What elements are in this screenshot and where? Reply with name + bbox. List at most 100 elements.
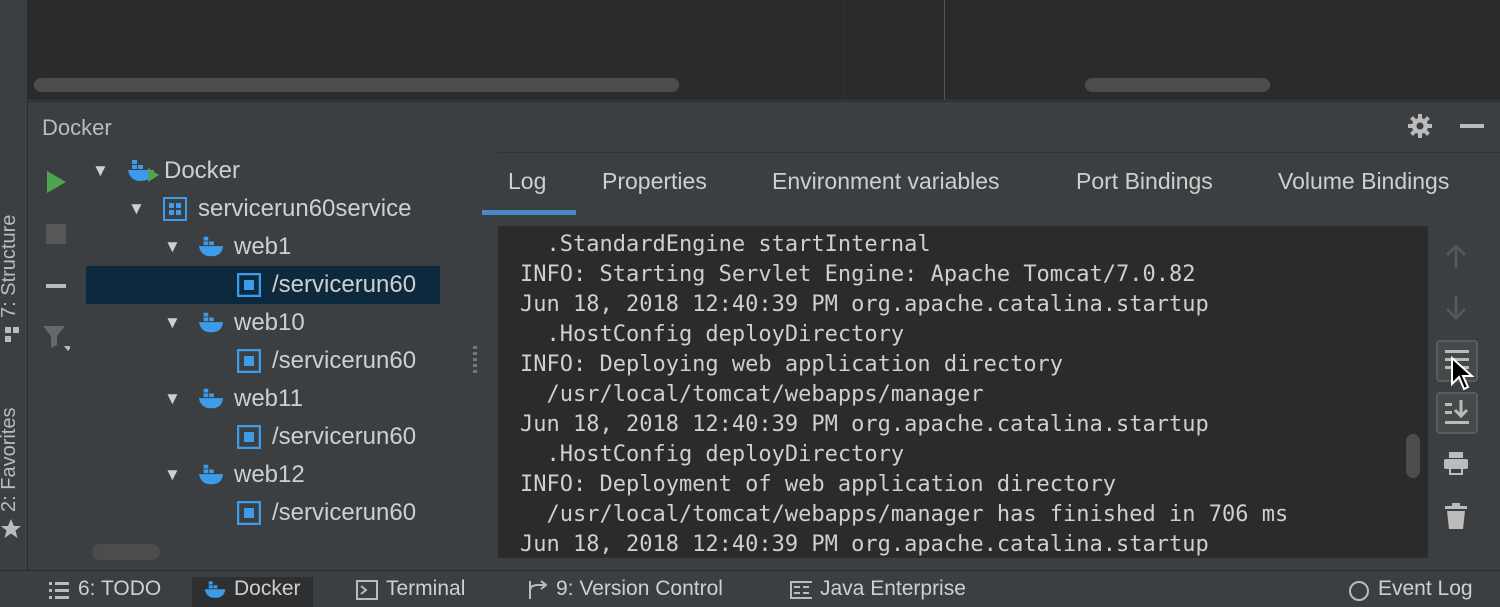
tree-node-label: web1	[234, 233, 292, 260]
log-vertical-scrollbar[interactable]	[1406, 434, 1420, 478]
active-tab-indicator	[482, 210, 576, 215]
tree-node-container-web1[interactable]: /servicerun60	[86, 266, 440, 304]
editor-pane-right	[944, 0, 1500, 100]
log-line: .StandardEngine startInternal	[520, 232, 931, 257]
log-line: /usr/local/tomcat/webapps/manager has fi…	[520, 502, 1289, 527]
version-control-label: 9: Version Control	[556, 577, 723, 600]
expand-arrow-icon[interactable]: ▼	[128, 199, 145, 219]
remove-icon[interactable]	[42, 272, 70, 300]
bottom-tool-bar: 6: TODO Docker Terminal 9: Version Contr…	[0, 570, 1500, 607]
expand-arrow-icon[interactable]: ▼	[164, 313, 181, 333]
container-icon	[236, 424, 262, 450]
expand-arrow-icon[interactable]: ▼	[92, 161, 109, 181]
java-enterprise-label: Java Enterprise	[820, 577, 966, 600]
tree-node-container-web11[interactable]: /servicerun60	[86, 418, 440, 456]
trash-icon[interactable]	[1436, 496, 1476, 536]
docker-service-icon	[198, 386, 224, 412]
tree-node-service-web12[interactable]: ▼ web12	[86, 456, 440, 494]
expand-arrow-icon[interactable]: ▼	[164, 389, 181, 409]
run-icon[interactable]	[42, 168, 70, 196]
log-line: .HostConfig deployDirectory	[520, 442, 905, 467]
minimize-icon[interactable]	[1460, 124, 1484, 128]
filter-icon[interactable]	[42, 324, 70, 352]
docker-actions-toolbar	[28, 152, 86, 570]
java-enterprise-tool-tab[interactable]: Java Enterprise	[790, 577, 966, 607]
tool-window-title: Docker	[42, 115, 112, 140]
arrow-down-icon[interactable]	[1436, 288, 1476, 328]
log-line: Jun 18, 2018 12:40:39 PM org.apache.cata…	[520, 412, 1209, 437]
tree-node-service-web1[interactable]: ▼ web1	[86, 228, 440, 266]
structure-tool-tab[interactable]: 7: Structure	[0, 215, 21, 318]
tree-node-compose-project[interactable]: ▼ servicerun60service	[86, 190, 440, 228]
horizontal-scrollbar[interactable]	[34, 78, 679, 92]
print-icon[interactable]	[1436, 444, 1476, 484]
expand-arrow-icon[interactable]: ▼	[164, 237, 181, 257]
tree-node-label: /servicerun60	[272, 271, 417, 298]
structure-tab-label: 7: Structure	[0, 214, 20, 318]
tree-node-container-web10[interactable]: /servicerun60	[86, 342, 440, 380]
tree-node-container-web12[interactable]: /servicerun60	[86, 494, 440, 532]
container-icon	[236, 272, 262, 298]
tree-node-label: /servicerun60	[272, 423, 417, 450]
todo-tool-tab[interactable]: 6: TODO	[48, 577, 161, 607]
editor-gutter	[843, 0, 944, 100]
log-output: .StandardEngine startInternal INFO: Start…	[520, 230, 1288, 558]
tree-node-label: web10	[234, 309, 305, 336]
star-icon	[0, 518, 22, 540]
log-line: INFO: Deployment of web application dire…	[520, 472, 1117, 497]
log-line: .HostConfig deployDirectory	[520, 322, 905, 347]
tab-log[interactable]: Log	[508, 168, 546, 195]
event-log-tool-tab[interactable]: Event Log	[1348, 577, 1473, 607]
scroll-to-end-icon[interactable]	[1436, 392, 1478, 434]
event-log-icon	[1348, 579, 1370, 601]
left-tool-stripe: 7: Structure 2: Favorites	[0, 0, 28, 570]
tab-volume-bindings[interactable]: Volume Bindings	[1278, 168, 1449, 195]
event-log-label: Event Log	[1378, 577, 1473, 600]
compose-grid-icon	[162, 196, 188, 222]
tree-node-label: servicerun60service	[198, 195, 412, 222]
tree-horizontal-scrollbar[interactable]	[92, 544, 160, 560]
tree-node-label: /servicerun60	[272, 499, 417, 526]
docker-connected-icon	[126, 158, 160, 184]
detail-tabs: Log Properties Environment variables Por…	[482, 152, 1500, 216]
tree-node-label: /servicerun60	[272, 347, 417, 374]
tree-node-label: web11	[234, 385, 303, 412]
mouse-cursor-icon	[1450, 355, 1475, 392]
docker-tool-tab[interactable]: Docker	[192, 577, 313, 607]
version-control-tool-tab[interactable]: 9: Version Control	[526, 577, 723, 607]
tab-environment-variables[interactable]: Environment variables	[772, 168, 1000, 195]
favorites-tool-tab[interactable]: 2: Favorites	[0, 408, 21, 512]
container-icon	[236, 500, 262, 526]
drag-handle-icon[interactable]	[473, 346, 477, 374]
docker-service-icon	[198, 234, 224, 260]
tree-node-label: Docker	[164, 157, 241, 184]
structure-icon	[3, 326, 21, 344]
log-console[interactable]: .StandardEngine startInternal INFO: Start…	[498, 226, 1428, 558]
docker-tree: ▼ Docker ▼ servicerun60service ▼ web1 /s…	[86, 152, 440, 570]
editor-pane-left	[28, 0, 843, 100]
docker-tool-window-header: Docker	[28, 101, 1500, 153]
terminal-icon	[356, 579, 378, 601]
tab-properties[interactable]: Properties	[602, 168, 707, 195]
branch-icon	[526, 579, 548, 601]
java-enterprise-icon	[790, 579, 812, 601]
horizontal-scrollbar[interactable]	[1085, 78, 1270, 92]
tree-node-service-web10[interactable]: ▼ web10	[86, 304, 440, 342]
log-line: INFO: Starting Servlet Engine: Apache To…	[520, 262, 1196, 287]
log-line: Jun 18, 2018 12:40:39 PM org.apache.cata…	[520, 292, 1209, 317]
gear-icon[interactable]	[1406, 112, 1434, 140]
log-line: /usr/local/tomcat/webapps/manager	[520, 382, 984, 407]
favorites-tab-label: 2: Favorites	[0, 407, 20, 512]
tree-node-docker-root[interactable]: ▼ Docker	[86, 152, 440, 190]
tree-node-label: web12	[234, 461, 305, 488]
terminal-tool-tab[interactable]: Terminal	[356, 577, 465, 607]
expand-arrow-icon[interactable]: ▼	[164, 465, 181, 485]
docker-service-icon	[198, 310, 224, 336]
tree-node-service-web11[interactable]: ▼ web11	[86, 380, 440, 418]
docker-icon	[204, 579, 226, 601]
stop-icon[interactable]	[42, 220, 70, 248]
tab-port-bindings[interactable]: Port Bindings	[1076, 168, 1213, 195]
docker-label: Docker	[234, 577, 301, 600]
arrow-up-icon[interactable]	[1436, 236, 1476, 276]
todo-label: 6: TODO	[78, 577, 162, 600]
